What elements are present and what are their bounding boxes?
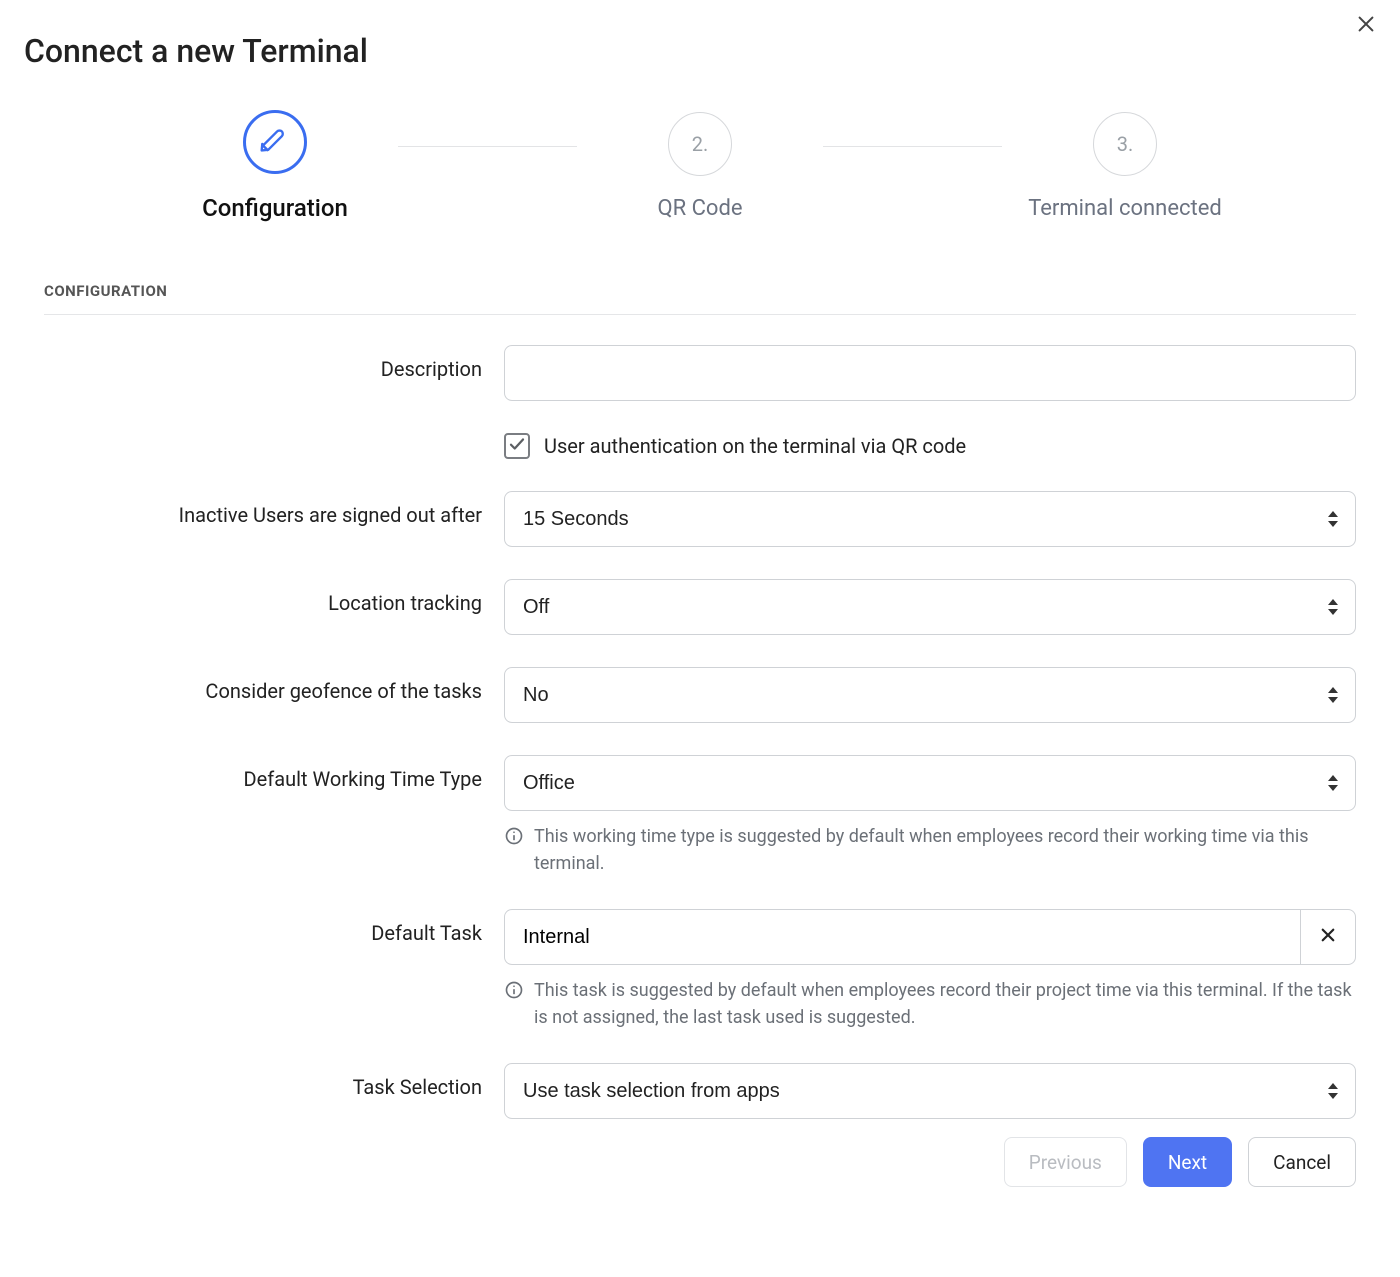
step-label-2: QR Code bbox=[657, 196, 742, 221]
configuration-form: Description User authentication o bbox=[44, 345, 1356, 1119]
qr-auth-label: User authentication on the terminal via … bbox=[544, 434, 966, 458]
row-signout: Inactive Users are signed out after bbox=[44, 491, 1356, 547]
step-qr-code: 2. QR Code bbox=[585, 112, 815, 221]
close-icon bbox=[1319, 926, 1337, 948]
location-select[interactable] bbox=[504, 579, 1356, 635]
step-label-1: Configuration bbox=[202, 194, 348, 222]
info-icon bbox=[504, 977, 524, 1031]
row-location: Location tracking bbox=[44, 579, 1356, 635]
info-icon bbox=[504, 823, 524, 877]
dialog-footer: Previous Next Cancel bbox=[44, 1137, 1356, 1187]
label-location: Location tracking bbox=[44, 579, 504, 615]
step-circle-1 bbox=[243, 110, 307, 174]
step-configuration: Configuration bbox=[160, 110, 390, 222]
check-icon bbox=[508, 435, 526, 457]
default-task-clear-button[interactable] bbox=[1300, 909, 1356, 965]
step-connector-1 bbox=[398, 146, 577, 147]
close-button[interactable] bbox=[1352, 12, 1380, 40]
label-signout: Inactive Users are signed out after bbox=[44, 491, 504, 527]
pen-icon bbox=[260, 125, 290, 160]
step-terminal-connected: 3. Terminal connected bbox=[1010, 112, 1240, 221]
helper-text-default-task: This task is suggested by default when e… bbox=[534, 977, 1356, 1031]
cancel-button[interactable]: Cancel bbox=[1248, 1137, 1356, 1187]
label-default-wtt: Default Working Time Type bbox=[44, 755, 504, 791]
row-task-selection: Task Selection bbox=[44, 1063, 1356, 1119]
label-description: Description bbox=[44, 345, 504, 381]
close-icon bbox=[1355, 13, 1377, 39]
label-default-task: Default Task bbox=[44, 909, 504, 945]
row-default-wtt: Default Working Time Type This working t… bbox=[44, 755, 1356, 877]
section-header-configuration: CONFIGURATION bbox=[44, 282, 1356, 315]
wizard-stepper: Configuration 2. QR Code 3. Terminal con… bbox=[160, 110, 1240, 222]
step-number-3: 3. bbox=[1117, 132, 1134, 156]
row-geofence: Consider geofence of the tasks bbox=[44, 667, 1356, 723]
description-input[interactable] bbox=[504, 345, 1356, 401]
row-default-task: Default Task bbox=[44, 909, 1356, 1031]
step-circle-2: 2. bbox=[668, 112, 732, 176]
default-task-input[interactable] bbox=[504, 909, 1300, 965]
label-task-selection: Task Selection bbox=[44, 1063, 504, 1099]
label-geofence: Consider geofence of the tasks bbox=[44, 667, 504, 703]
next-button[interactable]: Next bbox=[1143, 1137, 1232, 1187]
dialog-title: Connect a new Terminal bbox=[24, 32, 1376, 70]
previous-button: Previous bbox=[1004, 1137, 1127, 1187]
row-qr-auth: User authentication on the terminal via … bbox=[44, 433, 1356, 459]
step-label-3: Terminal connected bbox=[1028, 196, 1222, 221]
default-wtt-select[interactable] bbox=[504, 755, 1356, 811]
step-number-2: 2. bbox=[692, 132, 709, 156]
qr-auth-checkbox[interactable] bbox=[504, 433, 530, 459]
task-selection-select[interactable] bbox=[504, 1063, 1356, 1119]
connect-terminal-dialog: Connect a new Terminal Configuration 2. … bbox=[0, 0, 1400, 1227]
helper-default-wtt: This working time type is suggested by d… bbox=[504, 823, 1356, 877]
step-connector-2 bbox=[823, 146, 1002, 147]
row-description: Description bbox=[44, 345, 1356, 401]
helper-default-task: This task is suggested by default when e… bbox=[504, 977, 1356, 1031]
geofence-select[interactable] bbox=[504, 667, 1356, 723]
signout-select[interactable] bbox=[504, 491, 1356, 547]
step-circle-3: 3. bbox=[1093, 112, 1157, 176]
helper-text-default-wtt: This working time type is suggested by d… bbox=[534, 823, 1356, 877]
